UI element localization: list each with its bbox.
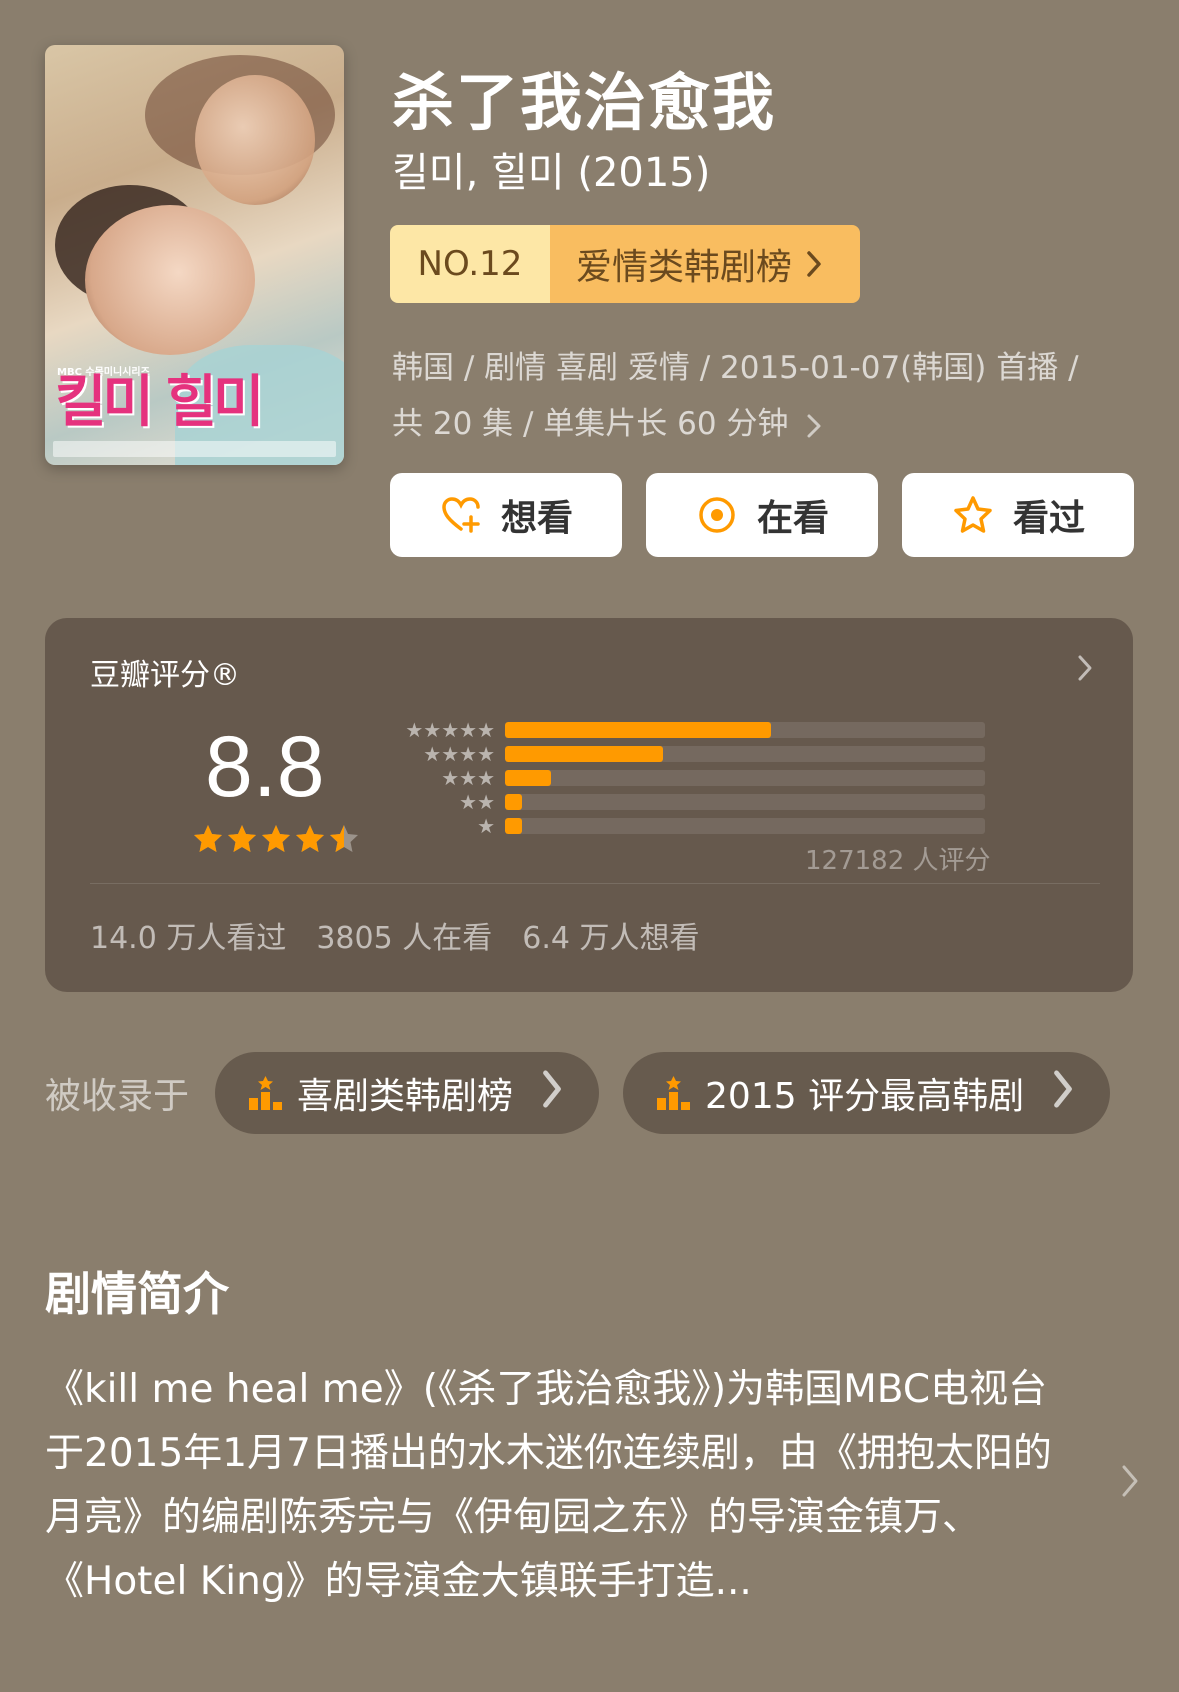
distribution-stars: ★ ★ ★: [385, 768, 495, 788]
rating-score: 8.8: [205, 719, 325, 815]
meta-line-1: 韩国 / 剧情 喜剧 爱情 / 2015-01-07(韩国) 首播 /: [392, 350, 1079, 386]
collected-label: 被收录于: [45, 1076, 190, 1117]
target-icon: [699, 497, 735, 533]
distribution-stars: ★ ★: [385, 792, 495, 812]
distribution-row-5-star: ★ ★ ★ ★ ★: [385, 718, 985, 742]
distribution-bar: [505, 794, 522, 810]
heart-plus-icon: [442, 497, 480, 533]
stat-want: 6.4 万人想看: [522, 921, 700, 956]
distribution-stars: ★: [385, 816, 495, 836]
star-small-icon: ★: [459, 718, 478, 742]
synopsis-title: 剧情简介: [45, 1267, 229, 1321]
star-outline-icon: [954, 496, 992, 533]
watching-button-label: 在看: [756, 498, 829, 539]
chevron-right-icon: [1042, 1068, 1084, 1118]
star-small-icon: ★: [423, 742, 442, 766]
distribution-row-1-star: ★: [385, 814, 985, 838]
poster-art: [195, 75, 315, 205]
show-meta[interactable]: 韩国 / 剧情 喜剧 爱情 / 2015-01-07(韩国) 首播 / 共 20…: [392, 340, 1132, 452]
star-full-icon: [228, 825, 256, 852]
star-full-icon: [262, 825, 290, 852]
star-small-icon: ★: [441, 718, 460, 742]
rank-list-name: 爱情类韩剧榜: [550, 225, 860, 303]
meta-line-2-text: 共 20 集 / 单集片长 60 分钟: [392, 406, 789, 442]
star-full-icon: [296, 825, 324, 852]
chevron-right-icon: [807, 414, 821, 437]
meta-line-2: 共 20 集 / 单集片长 60 分钟: [392, 396, 1132, 452]
rating-count: 127182 人评分: [805, 846, 991, 876]
distribution-stars: ★ ★ ★ ★: [385, 744, 495, 764]
rank-list-label: 爱情类韩剧榜: [576, 247, 793, 288]
distribution-row-3-star: ★ ★ ★: [385, 766, 985, 790]
action-buttons: 想看 在看 看过: [390, 473, 1134, 557]
star-small-icon: ★: [441, 766, 460, 790]
poster-title-art: 킬미 힐미: [55, 370, 265, 435]
star-small-icon: ★: [477, 742, 495, 766]
stat-watched: 14.0 万人看过: [90, 921, 287, 956]
distribution-bar-track: [505, 722, 985, 738]
list-chip-label: 2015 评分最高韩剧: [705, 1076, 1025, 1117]
distribution-bar-track: [505, 818, 985, 834]
poster-credits: [53, 441, 336, 457]
distribution-bar-track: [505, 770, 985, 786]
list-chip-top-rated-2015[interactable]: 2015 评分最高韩剧: [623, 1052, 1111, 1134]
list-chip-comedy[interactable]: 喜剧类韩剧榜: [215, 1052, 600, 1134]
rank-number: NO.12: [390, 225, 550, 303]
chevron-right-icon: [807, 251, 821, 277]
list-chip-label: 喜剧类韩剧榜: [297, 1076, 514, 1117]
rating-stars: [192, 823, 360, 855]
watch-stats: 14.0 万人看过 3805 人在看 6.4 万人想看: [90, 913, 699, 957]
collected-in: 被收录于 喜剧类韩剧榜 2015 评分最高韩剧: [45, 1052, 1111, 1134]
chevron-right-icon[interactable]: [1121, 1462, 1139, 1508]
want-button-label: 想看: [500, 498, 573, 539]
want-button[interactable]: 想看: [390, 473, 622, 557]
stat-watching: 3805 人在看: [316, 921, 493, 956]
star-small-icon: ★: [477, 766, 495, 790]
poster-art: [85, 205, 255, 355]
rating-card[interactable]: 豆瓣评分® 8.8 ★ ★ ★ ★ ★ ★ ★ ★ ★ ★ ★ ★ ★ ★ ★ 127182 人评分 14.…: [45, 618, 1133, 992]
star-small-icon: ★: [459, 742, 478, 766]
watched-button-label: 看过: [1012, 498, 1085, 539]
distribution-bar-track: [505, 746, 985, 762]
page-title: 杀了我治愈我: [392, 66, 777, 139]
distribution-row-2-star: ★ ★: [385, 790, 985, 814]
star-small-icon: ★: [459, 790, 478, 814]
distribution-bar: [505, 722, 772, 738]
divider: [90, 883, 1100, 884]
podium-icon: [249, 1076, 283, 1110]
star-small-icon: ★: [405, 718, 424, 742]
distribution-bar: [505, 770, 551, 786]
watching-button[interactable]: 在看: [646, 473, 878, 557]
distribution-bar: [505, 818, 522, 834]
star-full-icon: [194, 825, 222, 852]
rank-badge[interactable]: NO.12 爱情类韩剧榜: [390, 225, 860, 303]
watched-button[interactable]: 看过: [902, 473, 1134, 557]
star-small-icon: ★: [459, 766, 478, 790]
distribution-bar: [505, 746, 664, 762]
star-small-icon: ★: [441, 742, 460, 766]
distribution-row-4-star: ★ ★ ★ ★: [385, 742, 985, 766]
poster-image[interactable]: MBC 수목미니시리즈 킬미 힐미: [45, 45, 344, 465]
star-small-icon: ★: [477, 814, 495, 838]
rating-distribution: ★ ★ ★ ★ ★ ★ ★ ★ ★ ★ ★ ★ ★ ★ ★: [385, 718, 985, 838]
podium-icon: [657, 1076, 691, 1110]
distribution-stars: ★ ★ ★ ★ ★: [385, 720, 495, 740]
chevron-right-icon: [531, 1068, 573, 1118]
synopsis-text[interactable]: 《kill me heal me》(《杀了我治愈我》)为韩国MBC电视台于201…: [45, 1358, 1085, 1614]
star-small-icon: ★: [423, 718, 442, 742]
original-title: 킬미, 힐미 (2015): [392, 150, 711, 196]
chevron-right-icon: [1077, 652, 1093, 690]
star-half-icon: [330, 825, 358, 852]
rating-label: 豆瓣评分®: [90, 658, 240, 693]
star-small-icon: ★: [477, 718, 495, 742]
distribution-bar-track: [505, 794, 985, 810]
star-small-icon: ★: [477, 790, 495, 814]
